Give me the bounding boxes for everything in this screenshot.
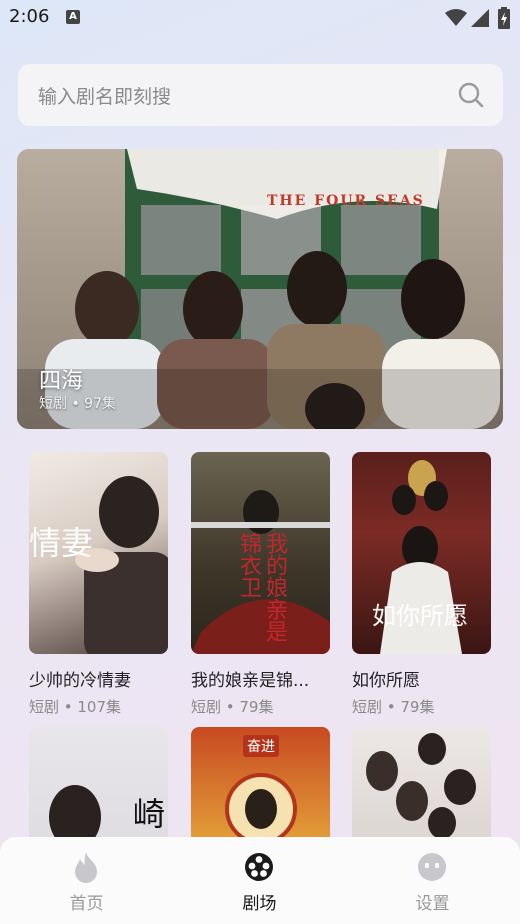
drama-title: 少帅的冷情妻 <box>29 671 131 691</box>
nav-label: 设置 <box>415 894 450 914</box>
banner-artwork <box>17 149 503 429</box>
banner-meta: 短剧 • 97集 <box>39 396 116 412</box>
poster-title-text: 崎 <box>133 795 166 833</box>
poster-title-text: 奋进 <box>243 735 279 757</box>
wifi-icon <box>445 9 467 26</box>
nav-item-theater[interactable]: 剧场 <box>173 837 346 924</box>
status-bar: 2:06 A <box>0 0 520 36</box>
accessibility-icon: A <box>66 10 80 24</box>
drama-card[interactable]: 我的娘亲是锦衣卫 我的娘亲是锦... 短剧 • 79集 <box>191 452 331 716</box>
drama-title: 如你所愿 <box>352 671 420 691</box>
poster-title-text: 我的娘亲是锦衣卫 <box>236 532 287 642</box>
drama-meta: 短剧 • 107集 <box>29 698 122 716</box>
search-placeholder: 输入剧名即刻搜 <box>38 86 172 108</box>
signal-icon <box>471 9 489 27</box>
search-input[interactable]: 输入剧名即刻搜 <box>18 64 503 126</box>
banner-title: 四海 <box>39 369 84 394</box>
drama-title: 我的娘亲是锦... <box>191 671 310 691</box>
featured-banner[interactable]: THE FOUR SEAS 四海 短剧 • 97集 <box>17 149 503 429</box>
drama-poster[interactable]: 情妻 <box>29 452 168 654</box>
drama-card[interactable]: 如你所愿 如你所愿 短剧 • 79集 <box>352 452 492 716</box>
status-time: 2:06 <box>9 6 50 27</box>
banner-poster-caption: THE FOUR SEAS <box>267 193 425 209</box>
nav-item-home[interactable]: 首页 <box>0 837 173 924</box>
nav-label: 首页 <box>69 894 104 914</box>
nav-item-settings[interactable]: 设置 <box>346 837 519 924</box>
film-reel-icon <box>245 853 273 881</box>
face-icon <box>418 853 446 881</box>
drama-poster[interactable]: 如你所愿 <box>352 452 491 654</box>
poster-title-text: 如你所愿 <box>372 602 468 630</box>
poster-title-text: 情妻 <box>29 524 94 562</box>
drama-meta: 短剧 • 79集 <box>352 698 435 716</box>
bottom-nav: 首页 剧场 设置 <box>0 837 520 924</box>
nav-label: 剧场 <box>242 894 277 914</box>
flame-icon <box>75 852 97 883</box>
battery-icon <box>498 7 510 29</box>
drama-poster[interactable]: 我的娘亲是锦衣卫 <box>191 452 330 654</box>
drama-meta: 短剧 • 79集 <box>191 698 274 716</box>
search-icon[interactable] <box>457 81 485 109</box>
drama-card[interactable]: 情妻 少帅的冷情妻 短剧 • 107集 <box>29 452 169 716</box>
